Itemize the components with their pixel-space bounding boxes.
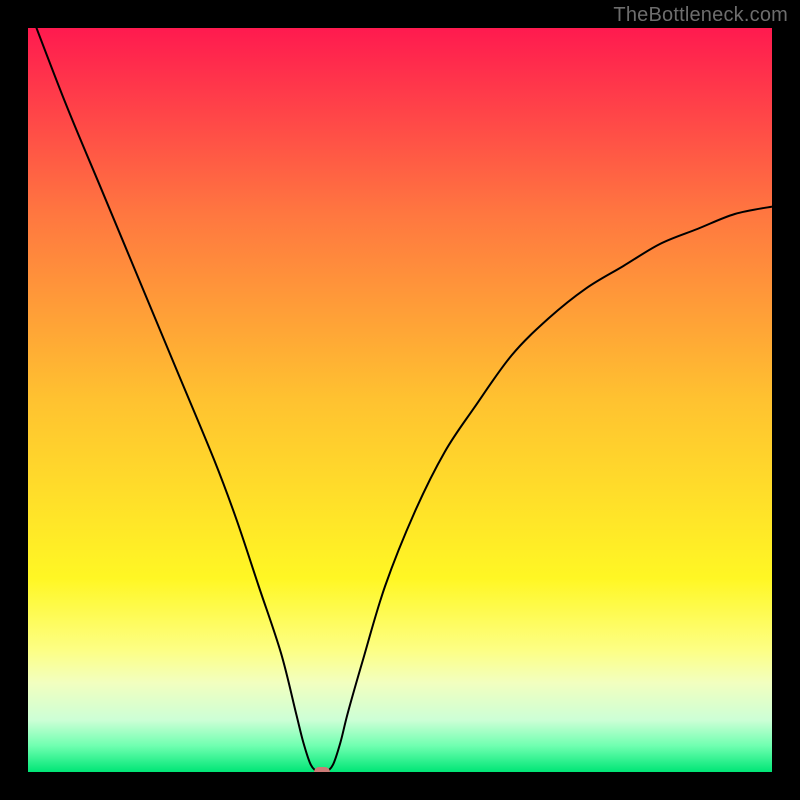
- curve-layer: [28, 28, 772, 772]
- plot-area: [28, 28, 772, 772]
- watermark: TheBottleneck.com: [613, 4, 788, 27]
- bottleneck-chart: TheBottleneck.com: [0, 0, 800, 800]
- optimum-marker: [314, 767, 330, 772]
- bottleneck-curve: [28, 28, 772, 772]
